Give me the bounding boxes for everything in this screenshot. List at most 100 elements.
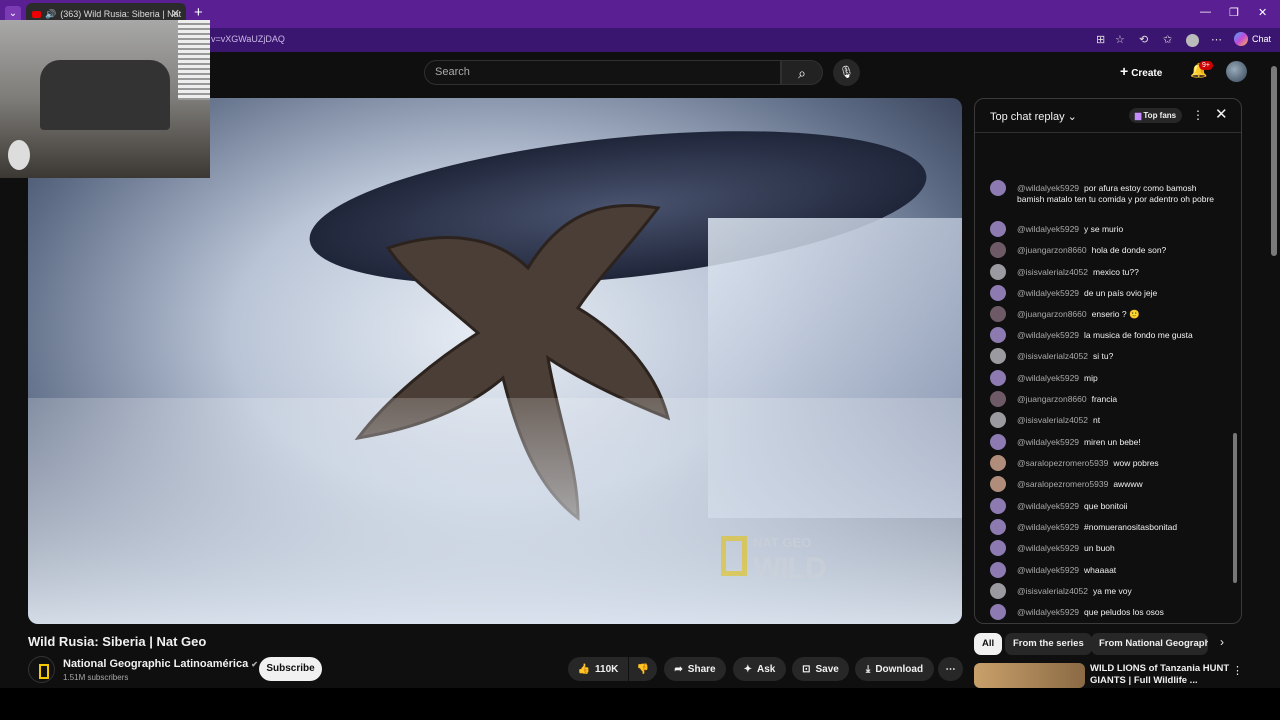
download-button[interactable]: ⤓ Download [855,657,934,681]
chat-close-icon[interactable]: ✕ [1215,105,1228,123]
chat-message[interactable]: @juangarzon8660 enserio ? 🙂 [990,306,1220,322]
url-text[interactable]: v=vXGWaUZjDAQ [211,34,285,44]
recommendation-thumbnail[interactable] [974,663,1085,688]
chat-message[interactable]: @wildalyek5929 por afura estoy como bamos… [990,180,1220,204]
chat-avatar[interactable] [990,519,1006,535]
chat-avatar[interactable] [990,264,1006,280]
chat-avatar[interactable] [990,306,1006,322]
chat-username[interactable]: @juangarzon8660 [1017,309,1087,319]
new-tab-button[interactable]: + [194,4,203,21]
chat-avatar[interactable] [990,540,1006,556]
like-button[interactable]: 👍 110K [568,657,628,681]
account-avatar[interactable] [1226,61,1247,82]
chat-avatar[interactable] [990,455,1006,471]
chat-username[interactable]: @wildalyek5929 [1017,437,1079,447]
chat-username[interactable]: @juangarzon8660 [1017,245,1087,255]
chat-username[interactable]: @isisvalerialz4052 [1017,351,1088,361]
more-actions-button[interactable]: ⋯ [938,657,963,681]
favorite-star-icon[interactable]: ☆ [1115,33,1125,46]
chat-message[interactable]: @wildalyek5929 un buoh [990,540,1220,556]
dislike-button[interactable]: 👎 [629,657,657,681]
chat-message[interactable]: @wildalyek5929 de un país ovio jeje [990,285,1220,301]
subscribe-button[interactable]: Subscribe [259,657,322,681]
chat-username[interactable]: @wildalyek5929 [1017,607,1079,617]
share-button[interactable]: ➦ Share [664,657,726,681]
chip-from-series[interactable]: From the series [1005,633,1092,655]
chat-message[interactable]: @isisvalerialz4052 mexico tu?? [990,264,1220,280]
chip-next-icon[interactable]: › [1220,635,1224,649]
chat-avatar[interactable] [990,412,1006,428]
chat-message[interactable]: @saralopezromero5939 wow pobres [990,455,1220,471]
profile-icon[interactable] [1186,34,1199,47]
chat-avatar[interactable] [990,348,1006,364]
page-scroll-thumb[interactable] [1271,66,1277,256]
chat-avatar[interactable] [990,180,1006,196]
chat-message[interactable]: @wildalyek5929 mip [990,370,1220,386]
copilot-chat-button[interactable]: Chat [1234,32,1271,46]
chat-message[interactable]: @juangarzon8660 hola de donde son? [990,242,1220,258]
chat-message[interactable]: @wildalyek5929 miren un bebe! [990,434,1220,450]
minimize-icon[interactable]: — [1200,6,1211,18]
chat-more-icon[interactable]: ⋮ [1192,108,1204,122]
chat-username[interactable]: @wildalyek5929 [1017,543,1079,553]
chat-avatar[interactable] [990,327,1006,343]
chat-username[interactable]: @wildalyek5929 [1017,522,1079,532]
chat-username[interactable]: @wildalyek5929 [1017,330,1079,340]
search-button[interactable]: ⌕ [781,60,823,85]
chat-avatar[interactable] [990,370,1006,386]
extensions-icon[interactable]: ⟲ [1139,33,1148,46]
page-scrollbar[interactable] [1268,52,1280,688]
chat-username[interactable]: @saralopezromero5939 [1017,458,1108,468]
chat-avatar[interactable] [990,562,1006,578]
chat-avatar[interactable] [990,498,1006,514]
chat-message[interactable]: @wildalyek5929 #nomueranositasbonitad [990,519,1220,535]
window-close-icon[interactable]: ✕ [1258,6,1267,19]
close-tab-icon[interactable]: ✕ [171,7,180,20]
chat-message[interactable]: @isisvalerialz4052 nt [990,412,1220,428]
chat-avatar[interactable] [990,604,1006,620]
speaker-icon[interactable]: 🔊 [45,9,56,20]
chat-username[interactable]: @wildalyek5929 [1017,565,1079,575]
restore-icon[interactable]: ❐ [1229,6,1239,19]
channel-avatar[interactable] [28,656,55,683]
chat-avatar[interactable] [990,583,1006,599]
ask-button[interactable]: ✦ Ask [733,657,786,681]
chat-username[interactable]: @isisvalerialz4052 [1017,586,1088,596]
chat-scrollbar[interactable] [1233,433,1237,583]
chat-message[interactable]: @wildalyek5929 la musica de fondo me gust… [990,327,1220,343]
more-menu-icon[interactable]: ⋯ [1211,33,1222,46]
save-button[interactable]: ⊡ Save [792,657,849,681]
chat-message[interactable]: @wildalyek5929 y se murio [990,221,1220,237]
chat-message[interactable]: @wildalyek5929 whaaaat [990,562,1220,578]
chat-avatar[interactable] [990,391,1006,407]
favorites-icon[interactable]: ✩ [1163,33,1172,46]
chat-avatar[interactable] [990,434,1006,450]
chat-username[interactable]: @wildalyek5929 [1017,373,1079,383]
chat-username[interactable]: @wildalyek5929 [1017,224,1079,234]
chat-username[interactable]: @isisvalerialz4052 [1017,415,1088,425]
recommendation-title[interactable]: WILD LIONS of Tanzania HUNT GIANTS | Ful… [1090,663,1230,687]
chat-username[interactable]: @saralopezromero5939 [1017,479,1108,489]
voice-search-button[interactable]: 🎙 [833,59,860,86]
chat-message[interactable]: @saralopezromero5939 awwww [990,476,1220,492]
chat-avatar[interactable] [990,285,1006,301]
chat-username[interactable]: @isisvalerialz4052 [1017,267,1088,277]
chat-username[interactable]: @wildalyek5929 [1017,501,1079,511]
chip-all[interactable]: All [974,633,1003,655]
recommendation-more-icon[interactable]: ⋮ [1232,664,1243,677]
top-fans-button[interactable]: ▆ Top fans [1129,108,1183,123]
chat-avatar[interactable] [990,476,1006,492]
chat-mode-selector[interactable]: Top chat replay ⌄ [990,110,1077,123]
chat-avatar[interactable] [990,221,1006,237]
chat-avatar[interactable] [990,242,1006,258]
search-input[interactable]: Search [424,60,781,85]
chat-message[interactable]: @isisvalerialz4052 si tu? [990,348,1220,364]
channel-name[interactable]: National Geographic Latinoamérica ✔ [63,658,258,670]
create-button[interactable]: + Create [1120,63,1162,79]
chat-message[interactable]: @wildalyek5929 que bonitoii [990,498,1220,514]
chip-from-natgeo[interactable]: From National Geographi [1091,633,1208,655]
chat-message[interactable]: @juangarzon8660 francia [990,391,1220,407]
chat-username[interactable]: @wildalyek5929 [1017,288,1079,298]
chat-message[interactable]: @isisvalerialz4052 ya me voy [990,583,1220,599]
app-icon[interactable]: ⊞ [1096,33,1105,46]
